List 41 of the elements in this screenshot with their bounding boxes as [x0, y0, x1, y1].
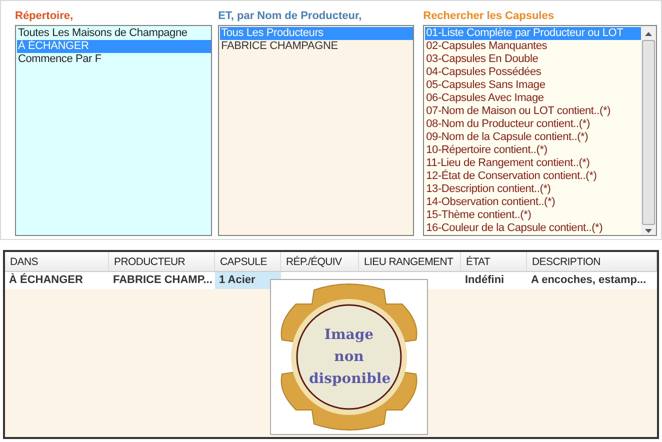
- list-item[interactable]: 09-Nom de la Capsule contient..(*): [425, 131, 641, 144]
- list-item[interactable]: 06-Capsules Avec Image: [425, 92, 641, 105]
- column-header[interactable]: DESCRIPTION: [527, 252, 657, 271]
- list-title: Rechercher les Capsules: [423, 9, 555, 24]
- list-item[interactable]: 13-Description contient..(*): [425, 183, 641, 196]
- table-cell-text: Indéfini: [464, 273, 506, 288]
- list-item[interactable]: 15-Thème contient..(*): [425, 209, 641, 222]
- list-item[interactable]: FABRICE CHAMPAGNE: [220, 40, 414, 53]
- list-box[interactable]: Toutes Les Maisons de Champagne À ÉCHANGER Commence Par F: [15, 25, 212, 236]
- list-item[interactable]: 05-Capsules Sans Image: [425, 79, 641, 92]
- scroll-thumb[interactable]: [642, 40, 655, 225]
- list-item[interactable]: 02-Capsules Manquantes: [425, 40, 641, 53]
- table-cell: 1 Acier: [215, 272, 281, 289]
- column-header[interactable]: RÉP./ÉQUIV: [281, 252, 359, 271]
- list-title: Répertoire,: [15, 9, 74, 24]
- list-item[interactable]: Toutes Les Maisons de Champagne: [17, 27, 212, 40]
- column-header[interactable]: DANS: [5, 252, 109, 271]
- list-item[interactable]: 14-Observation contient..(*): [425, 196, 641, 209]
- scrollbar[interactable]: [641, 26, 656, 235]
- list-item[interactable]: 07-Nom de Maison ou LOT contient..(*): [425, 105, 641, 118]
- table-cell-text: FABRICE CHAMP...: [112, 273, 214, 288]
- list-item[interactable]: 16-Couleur de la Capsule contient..(*): [425, 222, 641, 235]
- list-box[interactable]: Tous Les Producteurs FABRICE CHAMPAGNE: [218, 25, 414, 236]
- table-cell-text: À ÉCHANGER: [8, 272, 84, 288]
- column-header[interactable]: ÉTAT: [461, 252, 527, 271]
- list-item[interactable]: 08-Nom du Producteur contient..(*): [425, 118, 641, 131]
- image-unavailable-text: Image non disponible: [309, 326, 389, 389]
- list-item[interactable]: Commence Par F: [17, 53, 212, 66]
- scroll-up-icon[interactable]: [645, 32, 652, 36]
- scroll-down-icon[interactable]: [645, 229, 652, 233]
- list-title: ET, par Nom de Producteur,: [218, 9, 363, 24]
- list-item[interactable]: 04-Capsules Possédées: [425, 66, 641, 79]
- table-cell-text: A encoches, estamp...: [530, 273, 648, 288]
- column-header[interactable]: LIEU RANGEMENT: [359, 252, 461, 271]
- list-item[interactable]: 11-Lieu de Rangement contient..(*): [425, 157, 641, 170]
- column-header[interactable]: PRODUCTEUR: [109, 252, 215, 271]
- list-item[interactable]: 12-État de Conservation contient..(*): [425, 170, 641, 183]
- list-box[interactable]: [423, 25, 657, 236]
- list-item[interactable]: 10-Répertoire contient..(*): [425, 144, 641, 157]
- column-header[interactable]: CAPSULE: [215, 252, 281, 271]
- list-item[interactable]: 03-Capsules En Double: [425, 53, 641, 66]
